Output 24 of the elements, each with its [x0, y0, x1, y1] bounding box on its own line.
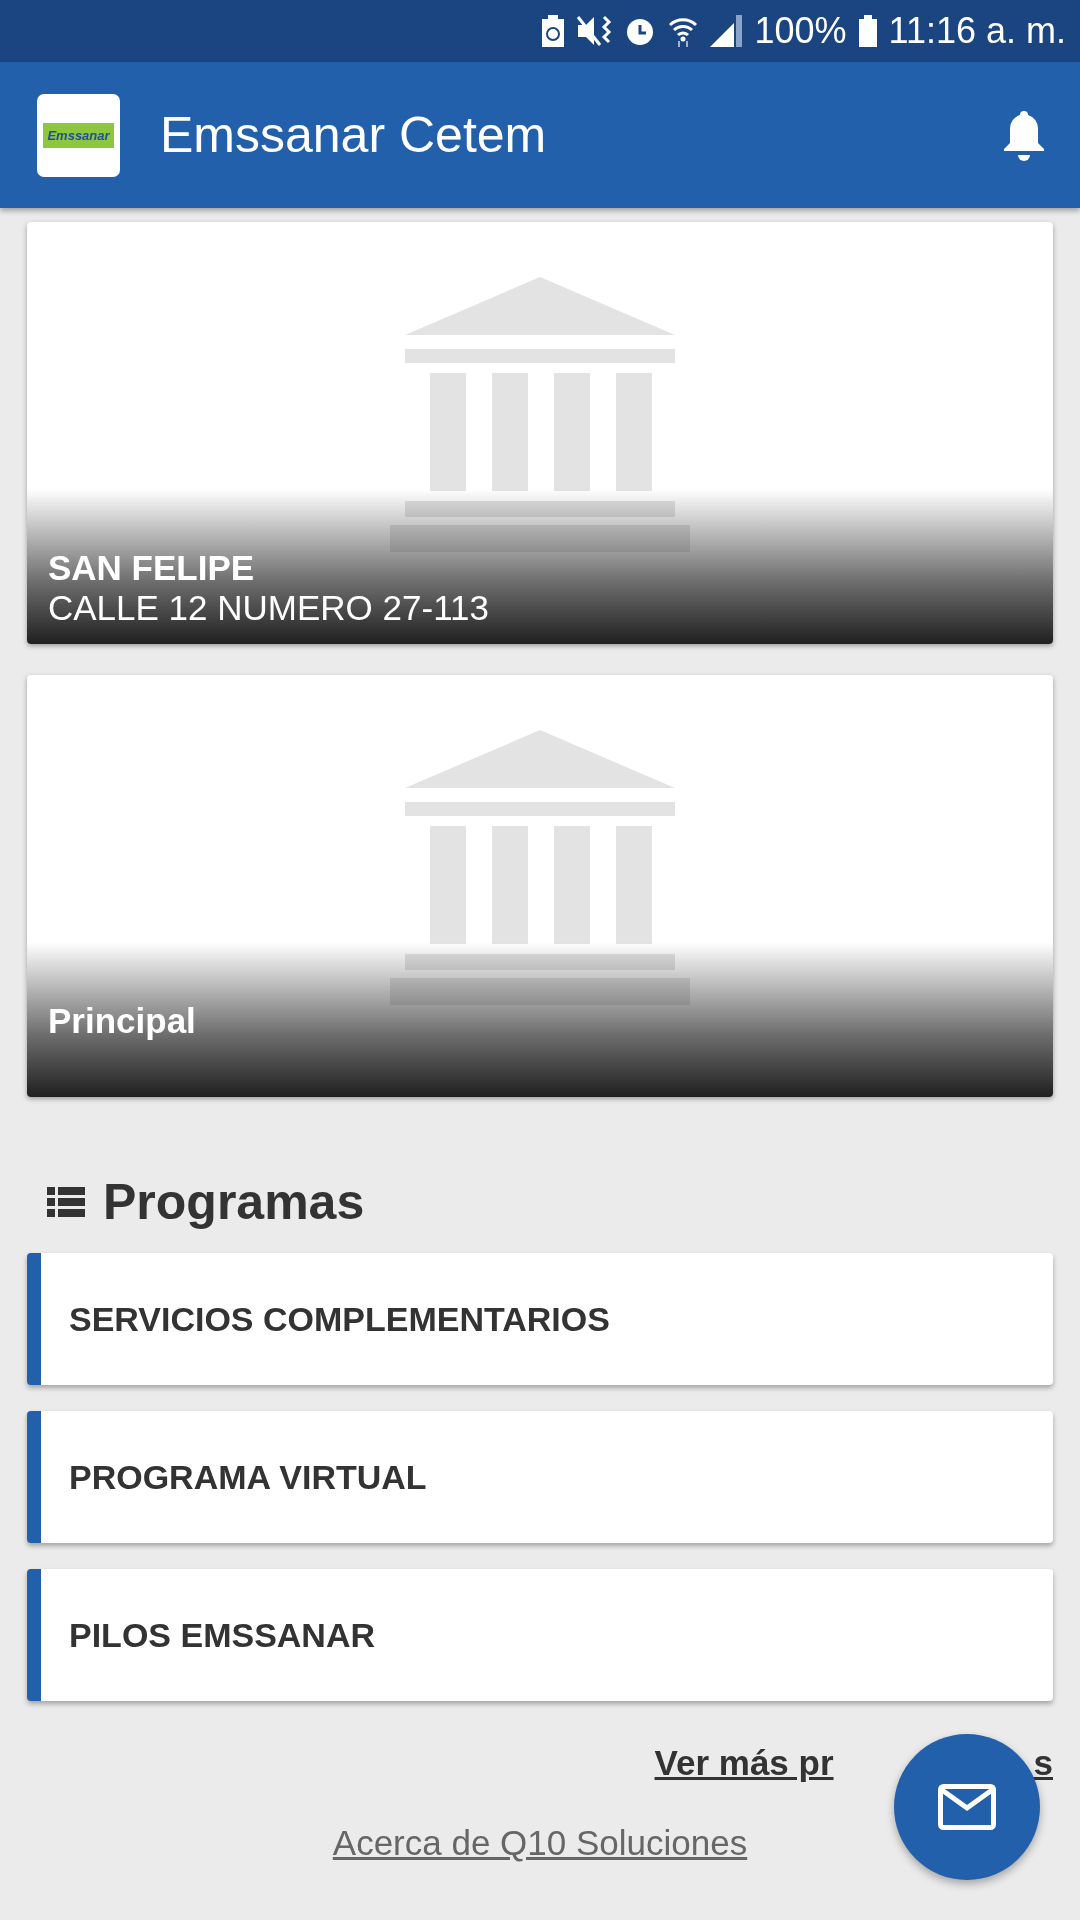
app-title: Emssanar Cetem	[160, 106, 548, 164]
branch-card[interactable]: Principal	[27, 675, 1053, 1097]
branch-name: SAN FELIPE	[48, 548, 256, 588]
battery-percent: 100%	[754, 10, 847, 52]
logo-text: Emssanar	[43, 122, 114, 148]
signal-icon	[710, 15, 743, 47]
program-item[interactable]: SERVICIOS COMPLEMENTARIOS	[27, 1253, 1053, 1385]
branch-card[interactable]: SAN FELIPE CALLE 12 NUMERO 27-113	[27, 222, 1053, 644]
program-item[interactable]: PROGRAMA VIRTUAL	[27, 1411, 1053, 1543]
branch-address: CALLE 12 NUMERO 27-113	[48, 588, 490, 628]
building-icon	[390, 730, 690, 1005]
program-item[interactable]: PILOS EMSSANAR	[27, 1569, 1053, 1701]
mute-vibrate-icon	[576, 15, 613, 47]
battery-saver-icon	[542, 15, 565, 47]
battery-icon	[858, 15, 877, 47]
more-programs-link[interactable]: Ver más pr s	[654, 1743, 1053, 1783]
branch-name: Principal	[48, 1001, 197, 1041]
building-icon	[390, 277, 690, 552]
list-icon	[47, 1187, 85, 1217]
clock-time: 11:16 a. m.	[888, 10, 1066, 52]
wifi-icon	[668, 15, 699, 47]
section-heading: Programas	[103, 1173, 365, 1231]
about-link[interactable]: Acerca de Q10 Soluciones	[332, 1823, 748, 1863]
mail-icon	[938, 1784, 996, 1830]
